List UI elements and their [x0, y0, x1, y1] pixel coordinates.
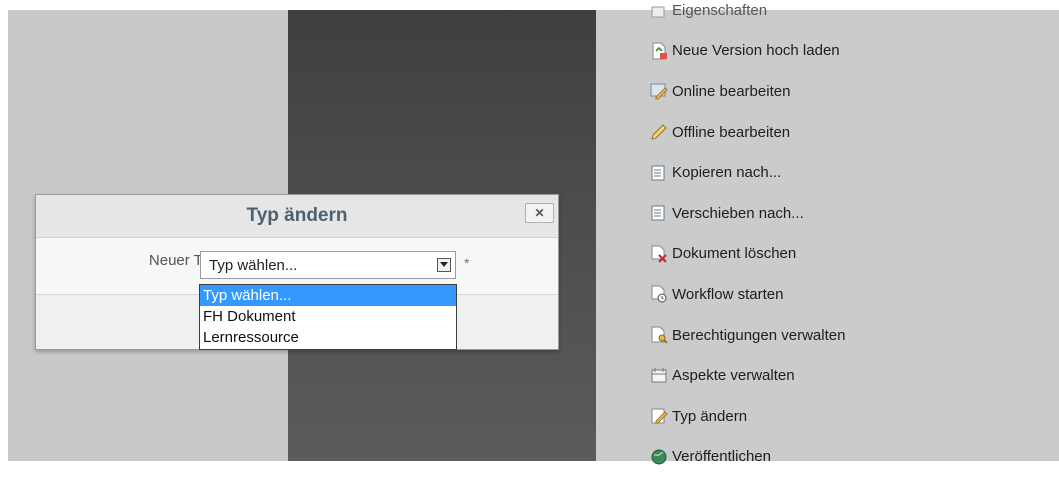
type-options-list: Typ wählen... FH Dokument Lernressource	[199, 284, 457, 350]
menu-item-copy[interactable]: Kopieren nach...	[650, 152, 845, 193]
aspects-icon	[650, 367, 668, 385]
menu-item-label: Kopieren nach...	[672, 164, 782, 182]
upload-version-icon	[650, 42, 668, 60]
option-choose-type[interactable]: Typ wählen...	[200, 285, 456, 306]
menu-item-manage-aspects[interactable]: Aspekte verwalten	[650, 355, 845, 396]
menu-item-offline-edit[interactable]: Offline bearbeiten	[650, 112, 845, 153]
document-actions-menu: Eigenschaften Neue Version hoch laden On…	[650, 0, 845, 477]
option-learning-resource[interactable]: Lernressource	[200, 327, 456, 348]
option-fh-document[interactable]: FH Dokument	[200, 306, 456, 327]
menu-item-publish[interactable]: Veröffentlichen	[650, 437, 845, 477]
properties-icon	[650, 1, 668, 19]
move-icon	[650, 204, 668, 222]
close-button[interactable]: ✕	[525, 203, 554, 223]
menu-item-label: Typ ändern	[672, 407, 748, 425]
workflow-icon	[650, 285, 668, 303]
copy-icon	[650, 164, 668, 182]
menu-item-label: Eigenschaften	[672, 1, 768, 19]
menu-item-label: Veröffentlichen	[672, 448, 771, 466]
screen: Eigenschaften Neue Version hoch laden On…	[0, 0, 1059, 465]
close-icon: ✕	[534, 206, 545, 220]
chevron-down-icon[interactable]	[437, 258, 451, 272]
dialog-header: Typ ändern ✕	[36, 195, 558, 238]
delete-document-icon	[650, 245, 668, 263]
menu-item-label: Berechtigungen verwalten	[672, 326, 846, 344]
menu-item-label: Online bearbeiten	[672, 82, 791, 100]
menu-item-label: Aspekte verwalten	[672, 367, 795, 385]
menu-item-label: Dokument löschen	[672, 245, 797, 263]
type-select[interactable]: Typ wählen...	[200, 251, 456, 279]
menu-item-change-type[interactable]: Typ ändern	[650, 396, 845, 437]
menu-item-label: Offline bearbeiten	[672, 123, 791, 141]
menu-item-label: Verschieben nach...	[672, 204, 804, 222]
menu-item-start-workflow[interactable]: Workflow starten	[650, 274, 845, 315]
menu-item-move[interactable]: Verschieben nach...	[650, 193, 845, 234]
publish-icon	[650, 448, 668, 466]
menu-item-label: Workflow starten	[672, 285, 784, 303]
select-value: Typ wählen...	[209, 257, 298, 274]
menu-item-manage-permissions[interactable]: Berechtigungen verwalten	[650, 315, 845, 356]
menu-item-properties[interactable]: Eigenschaften	[650, 0, 845, 31]
required-marker: *	[464, 255, 470, 271]
change-type-icon	[650, 407, 668, 425]
menu-item-delete-document[interactable]: Dokument löschen	[650, 234, 845, 275]
menu-item-online-edit[interactable]: Online bearbeiten	[650, 71, 845, 112]
menu-item-upload-version[interactable]: Neue Version hoch laden	[650, 31, 845, 72]
dialog-title: Typ ändern	[246, 205, 348, 226]
permissions-icon	[650, 326, 668, 344]
online-edit-icon	[650, 82, 668, 100]
pencil-icon	[650, 123, 668, 141]
menu-item-label: Neue Version hoch laden	[672, 42, 840, 60]
